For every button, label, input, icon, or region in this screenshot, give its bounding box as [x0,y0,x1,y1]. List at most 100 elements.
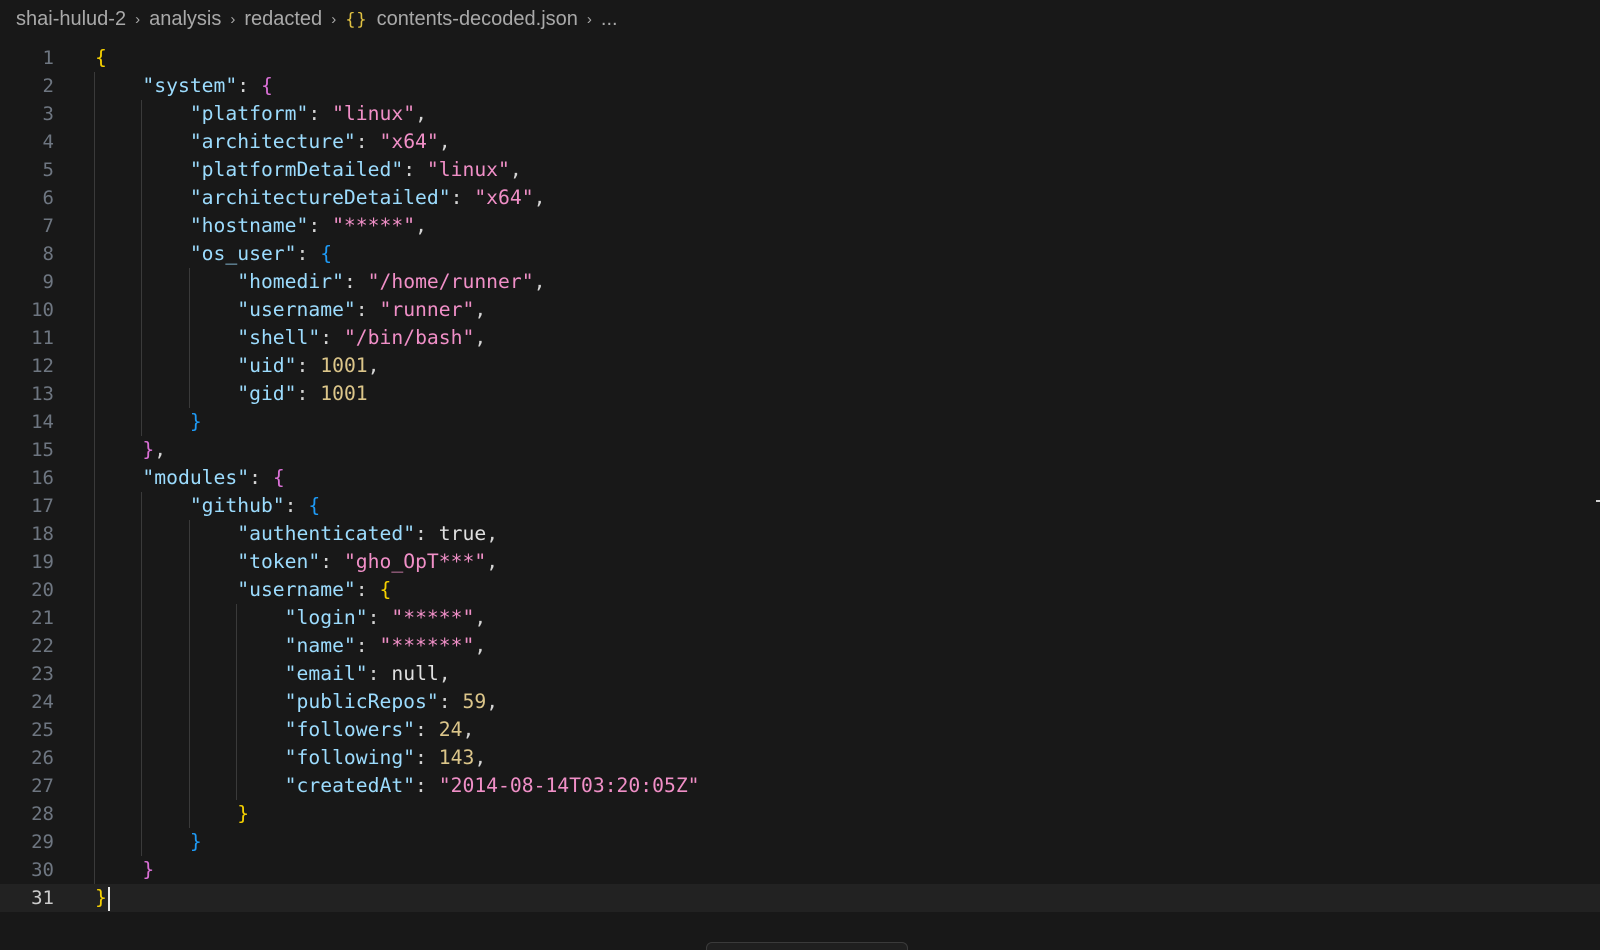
code-text: "modules": { [95,464,284,492]
panel-tab[interactable] [706,942,908,950]
code-line[interactable]: 19 "token": "gho_OpT***", [0,548,1600,576]
breadcrumb-symbols[interactable]: ... [601,8,618,31]
json-key: "uid" [237,354,297,377]
punctuation: : [296,242,321,265]
code-line[interactable]: 4 "architecture": "x64", [0,128,1600,156]
code-line[interactable]: 8 "os_user": { [0,240,1600,268]
code-line[interactable]: 26 "following": 143, [0,744,1600,772]
json-key: "followers" [284,718,416,741]
code-line[interactable]: 1{ [0,44,1600,72]
code-text: } [95,800,249,828]
line-number: 5 [42,159,54,181]
code-text: "homedir": "/home/runner", [95,268,545,296]
code-editor[interactable]: 1{2 "system": {3 "platform": "linux", 4 "… [0,44,1600,950]
punctuation: : [284,494,309,517]
code-text: "name": "******", [95,632,487,660]
line-number: 3 [42,103,54,125]
json-string-value: "linux" [332,102,416,125]
code-line[interactable]: 9 "homedir": "/home/runner", [0,268,1600,296]
line-number: 23 [31,663,54,685]
chevron-right-icon: › [135,10,141,28]
bracket: { [308,494,321,517]
code-line[interactable]: 11 "shell": "/bin/bash", [0,324,1600,352]
json-key: "system" [142,74,238,97]
code-line[interactable]: 25 "followers": 24, [0,716,1600,744]
json-file-icon: {} [345,9,368,30]
json-key: "login" [284,606,368,629]
json-string-value: "*****" [332,214,416,237]
code-line[interactable]: 15 }, [0,436,1600,464]
line-number: 10 [31,299,54,321]
json-string-value: "2014-08-14T03:20:05Z" [438,774,700,797]
json-key: "publicRepos" [284,690,439,713]
code-line[interactable]: 14 } [0,408,1600,436]
bracket: { [320,242,333,265]
json-number: 1001 [320,354,368,377]
code-text: }, [95,436,166,464]
code-text: "email": null, [95,660,451,688]
punctuation: : [296,354,321,377]
code-text: "following": 143, [95,744,487,772]
code-line[interactable]: 17 "github": { [0,492,1600,520]
code-line[interactable]: 3 "platform": "linux", [0,100,1600,128]
bracket: { [260,74,273,97]
code-text: "shell": "/bin/bash", [95,324,486,352]
json-number: 1001 [320,382,368,405]
code-line[interactable]: 7 "hostname": "*****", [0,212,1600,240]
scrollbar-marker[interactable] [1596,500,1600,502]
indent-guide [141,492,143,856]
code-line[interactable]: 2 "system": { [0,72,1600,100]
breadcrumb-file-name: contents-decoded.json [376,7,578,30]
indent-guide [188,520,190,828]
line-number: 2 [42,75,54,97]
breadcrumb-item-redacted[interactable]: redacted [244,8,322,31]
code-line[interactable]: 18 "authenticated": true, [0,520,1600,548]
line-number: 11 [31,327,54,349]
code-line[interactable]: 16 "modules": { [0,464,1600,492]
json-key: "createdAt" [284,774,416,797]
punctuation: : [415,746,439,769]
code-line[interactable]: 23 "email": null, [0,660,1600,688]
code-line[interactable]: 24 "publicRepos": 59, [0,688,1600,716]
line-number: 18 [31,523,54,545]
code-text: } [95,856,154,884]
chevron-right-icon: › [230,10,236,28]
code-line[interactable]: 20 "username": { [0,576,1600,604]
line-number: 24 [31,691,54,713]
indent-guide [188,268,190,408]
breadcrumb-item-analysis[interactable]: analysis [149,8,221,31]
code-line[interactable]: 22 "name": "******", [0,632,1600,660]
line-number: 7 [42,215,54,237]
code-line[interactable]: 28 } [0,800,1600,828]
code-line[interactable]: 5 "platformDetailed": "linux", [0,156,1600,184]
punctuation: : [438,690,463,713]
code-text: } [95,408,202,436]
chevron-right-icon: › [331,10,337,28]
code-text: } [95,884,110,912]
json-key: "following" [284,746,416,769]
code-line[interactable]: 21 "login": "*****", [0,604,1600,632]
code-text: "architectureDetailed": "x64", [95,184,546,212]
code-line[interactable]: 27 "createdAt": "2014-08-14T03:20:05Z" [0,772,1600,800]
code-line[interactable]: 6 "architectureDetailed": "x64", [0,184,1600,212]
code-line[interactable]: 12 "uid": 1001, [0,352,1600,380]
punctuation: : [415,522,439,545]
line-number: 4 [42,131,54,153]
code-line[interactable]: 13 "gid": 1001 [0,380,1600,408]
code-line[interactable]: 30 } [0,856,1600,884]
breadcrumb-item-root[interactable]: shai-hulud-2 [16,8,126,31]
json-string-value: "/bin/bash" [343,326,475,349]
code-line[interactable]: 31} [0,884,1600,912]
punctuation: : [355,634,380,657]
breadcrumb-item-file[interactable]: {} contents-decoded.json [345,8,578,31]
code-line[interactable]: 10 "username": "runner", [0,296,1600,324]
code-line[interactable]: 29 } [0,828,1600,856]
punctuation: : [308,102,333,125]
indent-guide [94,72,95,884]
